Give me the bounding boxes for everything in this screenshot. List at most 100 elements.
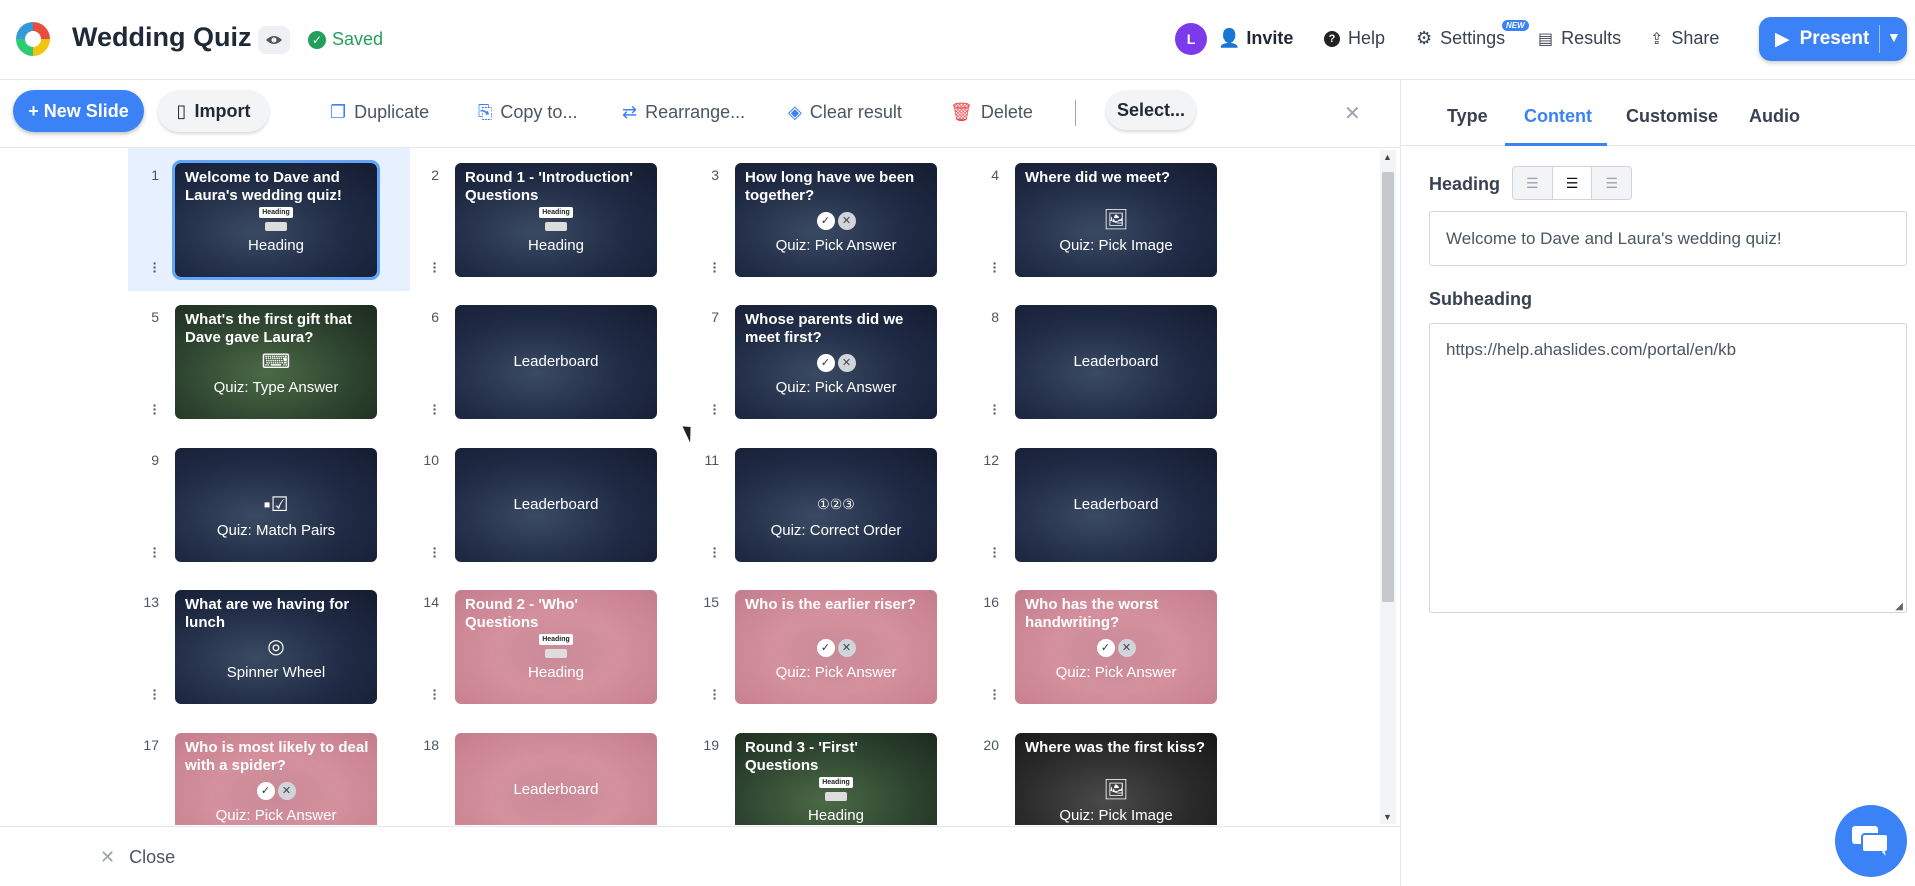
slide-thumbnail[interactable]: What's the first gift that Dave gave Lau…: [175, 305, 377, 419]
delete-button[interactable]: 🗑 Delete: [950, 102, 1033, 123]
scroll-up-icon[interactable]: ▲: [1383, 152, 1392, 162]
slide-thumbnail[interactable]: Leaderboard: [1015, 305, 1217, 419]
slide-thumbnail[interactable]: What are we having for lunch ◎ Spinner Whe…: [175, 590, 377, 704]
slide-menu-dots-icon[interactable]: · · ·: [990, 398, 1000, 420]
slide-menu-dots-icon[interactable]: · · ·: [710, 683, 720, 705]
slide-type-label: Heading: [808, 807, 864, 824]
slide-thumbnail[interactable]: Who is the earlier riser? ✓ ✕ Quiz: Pick An…: [735, 590, 937, 704]
slide-menu-dots-icon[interactable]: · · ·: [430, 541, 440, 563]
slide-menu-dots-icon[interactable]: · · ·: [990, 541, 1000, 563]
rearrange-button[interactable]: ⇄ Rearrange...: [622, 102, 745, 123]
help-icon: ?: [1324, 30, 1340, 47]
slide-menu-dots-icon[interactable]: · · ·: [430, 256, 440, 278]
presentation-title[interactable]: Wedding Quiz: [72, 22, 251, 53]
slide-thumbnail[interactable]: ▪☑ Quiz: Match Pairs: [175, 448, 377, 562]
close-button[interactable]: ✕ Close: [100, 847, 175, 868]
slide-thumbnail[interactable]: Who is most likely to deal with a spider…: [175, 733, 377, 825]
slide-thumbnail[interactable]: Who has the worst handwriting? ✓ ✕ Quiz: Pi…: [1015, 590, 1217, 704]
chat-support-button[interactable]: [1835, 805, 1907, 877]
slide-thumbnail[interactable]: Leaderboard: [1015, 448, 1217, 562]
slide-thumbnail[interactable]: ①②③ Quiz: Correct Order: [735, 448, 937, 562]
slide-type-label: Spinner Wheel: [226, 664, 326, 681]
slide-thumbnail[interactable]: Welcome to Dave and Laura's wedding quiz…: [172, 160, 380, 280]
share-button[interactable]: ⇪ Share: [1650, 28, 1719, 49]
slide-menu-dots-icon[interactable]: · · ·: [990, 256, 1000, 278]
select-button[interactable]: Select...: [1106, 90, 1196, 130]
scroll-down-icon[interactable]: ▼: [1383, 812, 1392, 822]
slide-thumbnail[interactable]: Leaderboard: [455, 305, 657, 419]
slide-number: 13: [143, 594, 159, 610]
slide-menu-dots-icon[interactable]: · · ·: [990, 683, 1000, 705]
slide-grid-scrollbar[interactable]: ▲ ▼: [1380, 150, 1396, 824]
align-right-icon[interactable]: ☰: [1592, 167, 1631, 199]
saved-label: Saved: [332, 29, 384, 49]
preview-eye-icon[interactable]: [258, 26, 290, 54]
trash-icon: 🗑: [950, 102, 973, 122]
tab-audio[interactable]: Audio: [1749, 106, 1800, 127]
align-center-icon[interactable]: ☰: [1552, 167, 1593, 199]
resize-handle-icon[interactable]: ◢: [1895, 601, 1903, 612]
settings-button[interactable]: ⚙ Settings: [1416, 28, 1505, 49]
slide-menu-dots-icon[interactable]: · · ·: [710, 541, 720, 563]
slide-menu-dots-icon[interactable]: · · ·: [150, 541, 160, 563]
new-slide-button[interactable]: + New Slide: [13, 90, 144, 132]
slide-type-icon-wrap: 🖼: [1015, 777, 1217, 802]
slide-menu-dots-icon[interactable]: · · ·: [150, 256, 160, 278]
close-grid-icon[interactable]: ✕: [1344, 101, 1361, 126]
import-button[interactable]: ▯ Import: [158, 90, 269, 132]
heading-input[interactable]: Welcome to Dave and Laura's wedding quiz…: [1429, 211, 1907, 266]
copy-to-button[interactable]: ⎘ Copy to...: [478, 102, 577, 123]
slide-thumbnail[interactable]: Leaderboard: [455, 733, 657, 825]
slide-title: Where did we meet?: [1025, 169, 1171, 186]
slide-title: What are we having for lunch: [185, 596, 350, 631]
slide-menu-dots-icon[interactable]: · · ·: [710, 256, 720, 278]
slide-thumbnail[interactable]: Whose parents did we meet first? ✓ ✕ Quiz: …: [735, 305, 937, 419]
align-left-icon[interactable]: ☰: [1513, 167, 1553, 199]
slide-thumbnail[interactable]: How long have we been together? ✓ ✕ Quiz: P…: [735, 163, 937, 277]
slide-thumbnail[interactable]: Leaderboard: [455, 448, 657, 562]
top-bar: Wedding Quiz ✓ Saved L 👤 Invite ? Help ⚙…: [0, 0, 1915, 80]
slide-type-label: Leaderboard: [1073, 353, 1159, 370]
slide-menu-dots-icon[interactable]: · · ·: [430, 398, 440, 420]
help-button[interactable]: ? Help: [1324, 28, 1385, 49]
slide-type-icon-wrap: ✓ ✕: [735, 207, 937, 230]
scrollbar-thumb[interactable]: [1382, 172, 1394, 602]
slide-type-label: Quiz: Correct Order: [770, 522, 902, 539]
correct-order-icon: ①②③: [817, 496, 855, 512]
clear-result-label: Clear result: [809, 102, 902, 122]
slide-menu-dots-icon[interactable]: · · ·: [430, 683, 440, 705]
user-avatar[interactable]: L: [1175, 23, 1207, 55]
slide-type-icon-wrap: Heading: [735, 777, 937, 809]
invite-button[interactable]: 👤 Invite: [1218, 28, 1293, 49]
slide-type-icon-wrap: ①②③: [735, 492, 937, 515]
results-button[interactable]: ▤ Results: [1538, 28, 1621, 49]
slide-number: 12: [983, 452, 999, 468]
slide-thumbnail[interactable]: Where did we meet? 🖼 Quiz: Pick Image: [1015, 163, 1217, 277]
subheading-textarea[interactable]: https://help.ahaslides.com/portal/en/kb …: [1429, 323, 1907, 613]
slide-number: 2: [431, 167, 439, 183]
present-separator: [1879, 25, 1880, 53]
duplicate-label: Duplicate: [354, 102, 430, 122]
heading-alignment-group: ☰ ☰ ☰: [1512, 166, 1632, 200]
tab-customise[interactable]: Customise: [1626, 106, 1718, 127]
slide-thumbnail[interactable]: Round 3 - 'First' Questions Heading Headin…: [735, 733, 937, 825]
chevron-down-icon[interactable]: ▼: [1887, 29, 1901, 45]
slide-menu-dots-icon[interactable]: · · ·: [150, 398, 160, 420]
slide-thumbnail[interactable]: Round 1 - 'Introduction' Questions Headin…: [455, 163, 657, 277]
tab-content[interactable]: Content: [1524, 106, 1592, 127]
slide-type-label: Heading: [248, 237, 304, 254]
pick-answer-icon: ✓ ✕: [1096, 638, 1136, 657]
help-label: Help: [1348, 28, 1386, 48]
present-button[interactable]: ▶ Present ▼: [1759, 17, 1907, 61]
settings-label: Settings: [1440, 28, 1506, 48]
slide-menu-dots-icon[interactable]: · · ·: [710, 398, 720, 420]
duplicate-button[interactable]: ❐ Duplicate: [330, 102, 429, 123]
image-icon: 🖼: [1103, 209, 1129, 231]
slide-thumbnail[interactable]: Round 2 - 'Who' Questions Heading Heading: [455, 590, 657, 704]
clear-result-button[interactable]: ◈ Clear result: [788, 102, 902, 123]
slide-number: 7: [711, 309, 719, 325]
slide-thumbnail[interactable]: Where was the first kiss? 🖼 Quiz: Pick Ima…: [1015, 733, 1217, 825]
tab-type[interactable]: Type: [1447, 106, 1488, 127]
ahaslides-logo-icon[interactable]: [16, 22, 50, 56]
slide-menu-dots-icon[interactable]: · · ·: [150, 683, 160, 705]
